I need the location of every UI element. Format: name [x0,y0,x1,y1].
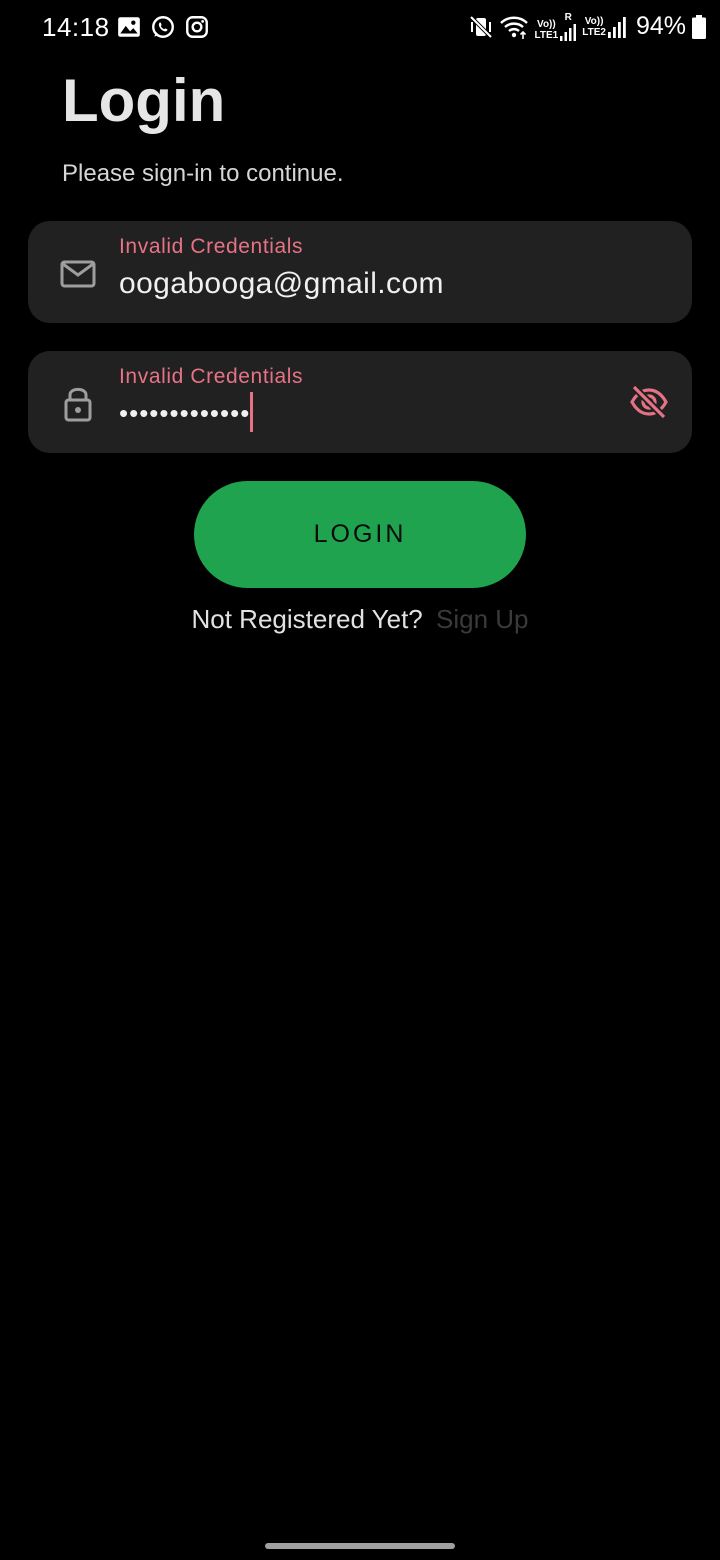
signup-link[interactable]: Sign Up [436,604,529,634]
battery-percent: 94% [635,12,686,40]
instagram-icon [184,14,210,40]
signal-lte1-icon: Vo)) LTE1 R [535,12,577,41]
mute-vibrate-icon [469,14,493,40]
text-cursor [250,392,254,432]
notification-icons [116,14,210,40]
signup-row: Not Registered Yet? Sign Up [0,604,720,635]
home-indicator[interactable] [265,1543,455,1549]
status-bar: 14:18 Vo)) LTE1 R Vo)) LTE2 94% [0,0,720,56]
email-error-text: Invalid Credentials [119,235,304,258]
visibility-off-icon[interactable] [628,381,670,423]
lock-icon [58,383,98,423]
email-input-value[interactable]: oogabooga@gmail.com [119,267,444,301]
signup-prompt: Not Registered Yet? [191,604,423,634]
page-title: Login [62,67,226,134]
whatsapp-icon [150,14,176,40]
email-field[interactable]: Invalid Credentials oogabooga@gmail.com [28,221,692,323]
gallery-icon [116,14,142,40]
system-status-icons: Vo)) LTE1 R Vo)) LTE2 94% [469,12,706,41]
page-subtitle: Please sign-in to continue. [62,160,344,187]
battery-icon [692,14,706,39]
password-mask: ••••••••••••• [119,397,251,428]
signal-lte2-icon: Vo)) LTE2 [582,16,626,38]
mail-icon [58,254,98,294]
login-button[interactable]: LOGIN [194,481,526,588]
password-input-value[interactable]: ••••••••••••• [119,392,254,435]
status-time: 14:18 [42,12,110,42]
wifi-icon [499,14,529,40]
password-field[interactable]: Invalid Credentials ••••••••••••• [28,351,692,453]
password-error-text: Invalid Credentials [119,365,304,388]
